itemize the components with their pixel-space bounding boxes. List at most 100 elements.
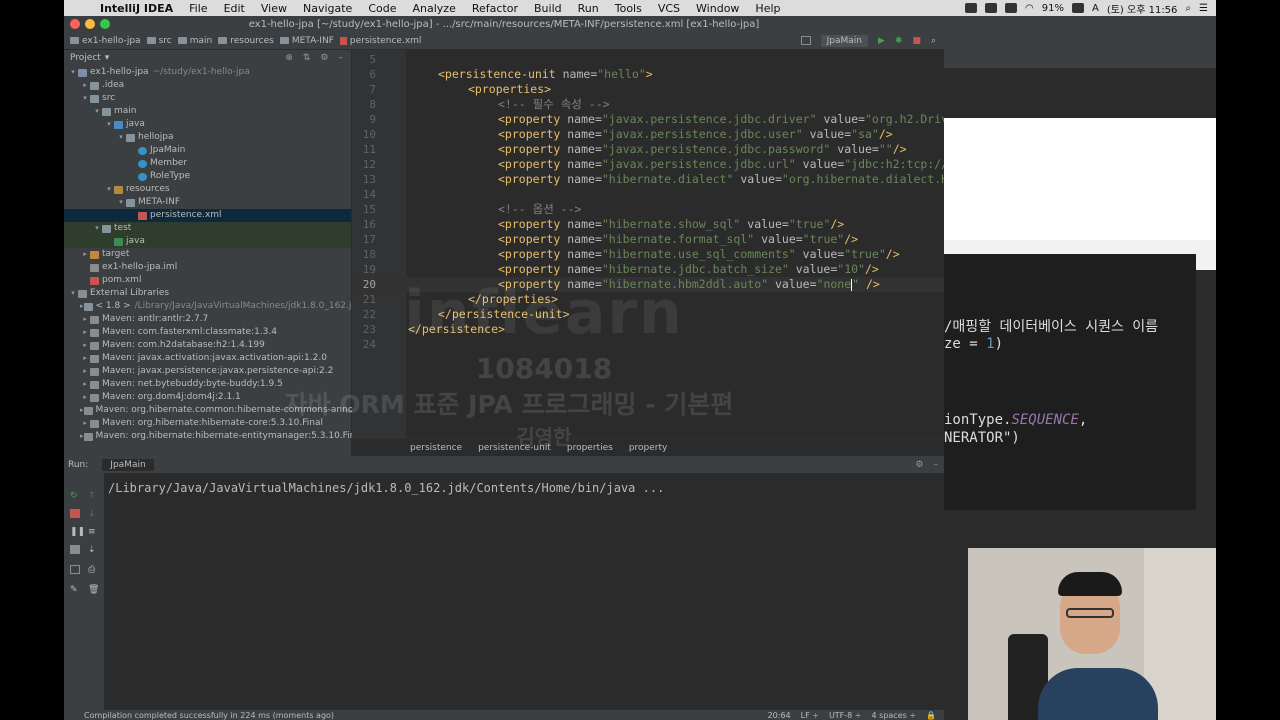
chevron-right-icon[interactable]: ▸ (80, 326, 90, 339)
tree-item[interactable]: pom.xml (64, 274, 351, 287)
tree-item[interactable]: ▸ Maven: com.h2database:h2:1.4.199 (64, 339, 351, 352)
chevron-down-icon[interactable]: ▾ (104, 183, 114, 196)
nav-crumb[interactable]: META-INF (279, 36, 334, 46)
tree-item[interactable]: ▾ test (64, 222, 351, 235)
chevron-right-icon[interactable]: ▸ (80, 365, 90, 378)
tray-app-icon[interactable] (965, 3, 978, 13)
tree-item[interactable]: java (64, 235, 351, 248)
tree-item[interactable]: ▾ External Libraries (64, 287, 351, 300)
menu-help[interactable]: Help (747, 2, 788, 15)
code-line[interactable]: 8 <!-- 필수 속성 --> (352, 97, 944, 112)
tree-item[interactable]: ▸ Maven: javax.activation:javax.activatio… (64, 352, 351, 365)
tree-item[interactable]: ▾ java (64, 118, 351, 131)
code-line[interactable]: 24 (352, 337, 944, 352)
chevron-down-icon[interactable]: ▾ (116, 196, 126, 209)
nav-crumb[interactable]: resources (218, 36, 274, 46)
pin-icon[interactable]: ✎ (70, 585, 80, 595)
console-output[interactable]: /Library/Java/JavaVirtualMachines/jdk1.8… (108, 481, 664, 495)
tree-item[interactable]: ▸ Maven: antlr:antlr:2.7.7 (64, 313, 351, 326)
tree-item[interactable]: RoleType (64, 170, 351, 183)
code-line[interactable]: 17 <property name="hibernate.format_sql" … (352, 232, 944, 247)
run-config-select[interactable]: JpaMain (820, 34, 868, 47)
tree-item[interactable]: ▾ main (64, 105, 351, 118)
rerun-icon[interactable]: ↻ (70, 491, 80, 501)
chevron-down-icon[interactable]: ▾ (105, 53, 110, 63)
pause-icon[interactable]: ❚❚ (70, 527, 85, 537)
status-message[interactable]: Compilation completed successfully in 22… (84, 711, 334, 720)
nav-crumb[interactable]: main (177, 36, 212, 46)
menu-analyze[interactable]: Analyze (405, 2, 464, 15)
code-line[interactable]: 22 </persistence-unit> (352, 307, 944, 322)
nav-crumb[interactable]: src (146, 36, 172, 46)
code-line[interactable]: 7 <properties> (352, 82, 944, 97)
menu-edit[interactable]: Edit (216, 2, 253, 15)
tree-item[interactable]: ▸ Maven: com.fasterxml:classmate:1.3.4 (64, 326, 351, 339)
tree-item[interactable]: ▾ ex1-hello-jpa ~/study/ex1-hello-jpa (64, 66, 351, 79)
gear-icon[interactable]: ⚙ (915, 460, 923, 470)
code-line[interactable]: 5 (352, 52, 944, 67)
print-icon[interactable]: ⎙ (88, 565, 98, 575)
run-tab-jpamain[interactable]: JpaMain (102, 459, 154, 471)
code-line[interactable]: 23 </persistence> (352, 322, 944, 337)
spotlight-search-icon[interactable]: ⌕ (1185, 3, 1191, 14)
run-icon[interactable]: ▶ (878, 36, 885, 46)
chevron-right-icon[interactable]: ▸ (80, 391, 90, 404)
chevron-right-icon[interactable]: ▸ (80, 430, 84, 443)
layout-icon[interactable] (70, 565, 80, 574)
menu-run[interactable]: Run (570, 2, 607, 15)
breadcrumb-item[interactable]: persistence (410, 443, 462, 453)
chevron-right-icon[interactable]: ▸ (80, 248, 90, 261)
chevron-right-icon[interactable]: ▸ (80, 417, 90, 430)
chevron-down-icon[interactable]: ▾ (92, 105, 102, 118)
menu-view[interactable]: View (253, 2, 295, 15)
hide-panel-icon[interactable]: – (339, 53, 344, 63)
tree-item[interactable]: persistence.xml (64, 209, 351, 222)
tree-item[interactable]: ▾ META-INF (64, 196, 351, 209)
tree-item[interactable]: ▸ Maven: org.hibernate.common:hibernate-c… (64, 404, 357, 417)
tree-item[interactable]: ▸ .idea (64, 79, 351, 92)
tree-item[interactable]: ▾ hellojpa (64, 131, 351, 144)
menu-build[interactable]: Build (526, 2, 570, 15)
code-line[interactable]: 11 <property name="javax.persistence.jdbc… (352, 142, 944, 157)
tree-item[interactable]: JpaMain (64, 144, 351, 157)
soft-wrap-icon[interactable]: ≡ (88, 527, 98, 537)
scroll-to-end-icon[interactable]: ⇣ (88, 545, 98, 555)
tree-item[interactable]: ▸ Maven: javax.persistence:javax.persiste… (64, 365, 351, 378)
tree-item[interactable]: ex1-hello-jpa.iml (64, 261, 351, 274)
breadcrumb-item[interactable]: persistence-unit (478, 443, 551, 453)
locate-file-icon[interactable]: ⊕ (285, 53, 293, 63)
code-line[interactable]: 9 <property name="javax.persistence.jdbc.… (352, 112, 944, 127)
chevron-down-icon[interactable]: ▾ (116, 131, 126, 144)
notification-center-icon[interactable]: ☰ (1199, 3, 1208, 14)
collapse-all-icon[interactable]: ⇅ (303, 53, 311, 63)
chevron-down-icon[interactable]: ▾ (104, 118, 114, 131)
tray-app-icon[interactable] (985, 3, 998, 13)
code-line[interactable]: 15 <!-- 옵션 --> (352, 202, 944, 217)
nav-crumb[interactable]: ex1-hello-jpa (70, 36, 141, 46)
chevron-right-icon[interactable]: ▸ (80, 352, 90, 365)
lock-icon[interactable]: 🔒 (926, 711, 936, 720)
code-line[interactable]: 21 </properties> (352, 292, 944, 307)
chevron-right-icon[interactable]: ▸ (80, 79, 90, 92)
chevron-right-icon[interactable]: ▸ (80, 339, 90, 352)
chevron-down-icon[interactable]: ▾ (80, 92, 90, 105)
tree-item[interactable]: ▸ Maven: org.hibernate:hibernate-core:5.3… (64, 417, 351, 430)
code-line[interactable]: 16 <property name="hibernate.show_sql" va… (352, 217, 944, 232)
chevron-down-icon[interactable]: ▾ (68, 287, 78, 300)
chevron-right-icon[interactable]: ▸ (80, 313, 90, 326)
tree-item[interactable]: ▸ Maven: net.bytebuddy:byte-buddy:1.9.5 (64, 378, 351, 391)
debug-icon[interactable]: ✱ (895, 36, 903, 46)
up-arrow-icon[interactable]: ↑ (88, 491, 98, 501)
search-everywhere-icon[interactable]: ⌕ (931, 36, 936, 46)
line-separator[interactable]: LF ÷ (801, 711, 819, 720)
tree-item[interactable]: ▸ < 1.8 >/Library/Java/JavaVirtualMachine… (64, 300, 362, 313)
nav-crumb[interactable]: persistence.xml (339, 36, 421, 46)
gear-icon[interactable]: ⚙ (320, 53, 328, 63)
code-line[interactable]: 12 <property name="javax.persistence.jdbc… (352, 157, 944, 172)
code-line[interactable]: 18 <property name="hibernate.use_sql_comm… (352, 247, 944, 262)
menu-vcs[interactable]: VCS (650, 2, 688, 15)
menu-code[interactable]: Code (360, 2, 404, 15)
down-arrow-icon[interactable]: ↓ (88, 509, 98, 519)
tree-item[interactable]: ▸ target (64, 248, 351, 261)
code-line[interactable]: 20 <property name="hibernate.hbm2ddl.auto… (352, 277, 944, 292)
